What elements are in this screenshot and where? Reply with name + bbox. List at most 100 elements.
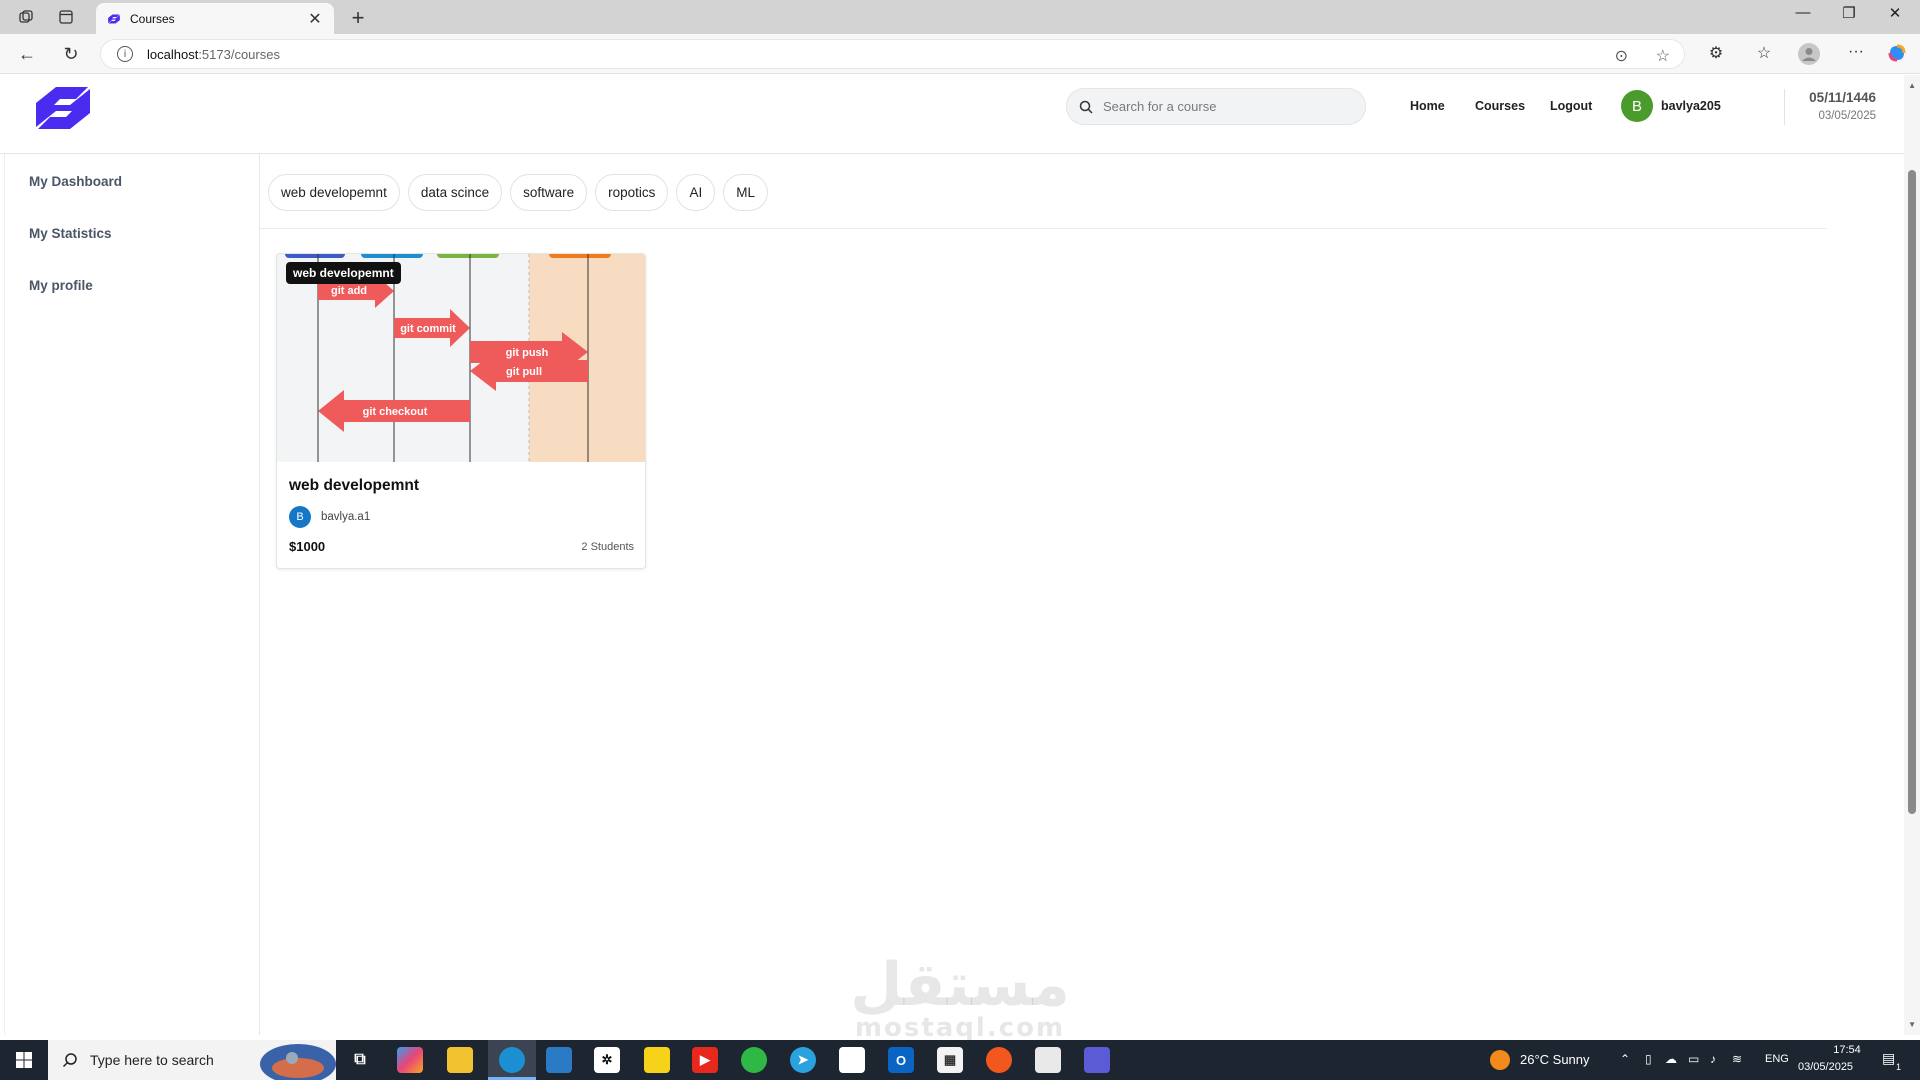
sticky-notes-icon[interactable] bbox=[644, 1047, 670, 1073]
whatsapp-icon[interactable] bbox=[741, 1047, 767, 1073]
taskbar-search-placeholder: Type here to search bbox=[90, 1052, 214, 1068]
back-icon[interactable]: ← bbox=[14, 42, 40, 66]
weather-text[interactable]: 26°C Sunny bbox=[1520, 1052, 1590, 1067]
soundcloud-icon[interactable] bbox=[986, 1047, 1012, 1073]
wifi-icon[interactable]: ≋ bbox=[1732, 1052, 1742, 1066]
header-divider bbox=[1784, 89, 1785, 125]
vscode-icon[interactable] bbox=[546, 1047, 572, 1073]
battery-icon[interactable]: ▭ bbox=[1688, 1052, 1699, 1066]
sidebar: My Dashboard My Statistics My profile bbox=[4, 154, 260, 1035]
scrollbar-thumb[interactable] bbox=[1908, 170, 1916, 814]
label-git-pull: git pull bbox=[506, 366, 542, 378]
url-field[interactable]: i localhost:5173/courses ⊙ ☆ bbox=[100, 39, 1685, 69]
username[interactable]: bavlya205 bbox=[1661, 99, 1721, 113]
app-icon[interactable] bbox=[1084, 1047, 1110, 1073]
python-icon[interactable] bbox=[1035, 1047, 1061, 1073]
notepad-icon[interactable] bbox=[839, 1047, 865, 1073]
chatgpt-icon[interactable]: ✲ bbox=[594, 1047, 620, 1073]
favorite-star-icon[interactable]: ☆ bbox=[1656, 46, 1670, 66]
category-chip-data-science[interactable]: data scince bbox=[407, 174, 503, 211]
browser-tab-bar: Courses ✕ + — ❐ ✕ bbox=[0, 0, 1920, 34]
extensions-icon[interactable]: ⚙ bbox=[1704, 43, 1728, 63]
onedrive-icon[interactable]: ☁ bbox=[1665, 1052, 1677, 1066]
edge-browser-icon[interactable] bbox=[499, 1047, 525, 1073]
microsoft-store-icon[interactable]: ▦ bbox=[937, 1047, 963, 1073]
category-chip-software[interactable]: software bbox=[510, 174, 588, 211]
profile-icon[interactable] bbox=[1797, 43, 1821, 70]
category-tooltip: web developemnt bbox=[286, 262, 401, 284]
tab-title: Courses bbox=[130, 11, 175, 26]
url-path: :5173/courses bbox=[198, 46, 280, 62]
workspaces-icon[interactable] bbox=[14, 6, 38, 28]
sidebar-item-statistics[interactable]: My Statistics bbox=[29, 226, 112, 241]
reload-icon[interactable]: ↻ bbox=[58, 42, 84, 66]
watermark-arabic: مستقل bbox=[850, 950, 1070, 1020]
course-price: $1000 bbox=[289, 539, 326, 554]
favorites-icon[interactable]: ☆ bbox=[1752, 43, 1776, 63]
notification-count: 1 bbox=[1896, 1062, 1902, 1072]
label-git-push: git push bbox=[506, 347, 549, 359]
watermark-latin: mostaql.com bbox=[854, 1013, 1066, 1043]
site-info-icon[interactable]: i bbox=[117, 46, 133, 62]
search-input[interactable] bbox=[1103, 99, 1343, 114]
task-view-icon[interactable]: ⧉ bbox=[347, 1047, 373, 1073]
nav-home[interactable]: Home bbox=[1410, 99, 1445, 113]
volume-icon[interactable]: ♪ bbox=[1710, 1052, 1716, 1066]
sidebar-item-dashboard[interactable]: My Dashboard bbox=[29, 174, 122, 189]
clock-time[interactable]: 17:54 bbox=[1817, 1044, 1877, 1056]
restore-icon[interactable]: ❐ bbox=[1826, 4, 1872, 22]
more-menu-icon[interactable]: ··· bbox=[1844, 43, 1868, 61]
clock-date[interactable]: 03/05/2025 bbox=[1798, 1061, 1853, 1073]
nav-logout[interactable]: Logout bbox=[1550, 99, 1592, 113]
user-avatar[interactable]: B bbox=[1621, 90, 1653, 122]
brand-logo[interactable] bbox=[26, 85, 100, 131]
copilot-icon[interactable] bbox=[1885, 43, 1909, 68]
scroll-up-icon[interactable]: ▲ bbox=[1908, 81, 1916, 90]
nav-courses[interactable]: Courses bbox=[1475, 99, 1525, 113]
course-card[interactable]: git add git commit git push git pull git… bbox=[276, 253, 646, 569]
tray-overflow-icon[interactable]: ⌃ bbox=[1620, 1052, 1630, 1066]
browser-address-bar: ← ↻ i localhost:5173/courses ⊙ ☆ ⚙ ☆ ··· bbox=[0, 34, 1920, 74]
course-title[interactable]: web developemnt bbox=[289, 477, 419, 495]
category-chip-ai[interactable]: AI bbox=[676, 174, 716, 211]
tab-actions-icon[interactable] bbox=[54, 6, 78, 28]
copilot-app-icon[interactable] bbox=[397, 1047, 423, 1073]
filters-divider bbox=[260, 228, 1827, 229]
site-favicon-icon bbox=[108, 13, 120, 24]
outlook-icon[interactable]: O bbox=[888, 1047, 914, 1073]
label-git-commit: git commit bbox=[400, 323, 456, 335]
page: Home Courses Logout B bavlya205 05/11/14… bbox=[0, 75, 1904, 1043]
sidebar-item-profile[interactable]: My profile bbox=[29, 278, 93, 293]
course-thumbnail: git add git commit git push git pull git… bbox=[277, 254, 645, 462]
telegram-icon[interactable]: ➤ bbox=[790, 1047, 816, 1073]
search-highlight-icon bbox=[260, 1044, 336, 1080]
youtube-icon[interactable]: ▶ bbox=[692, 1047, 718, 1073]
file-explorer-icon[interactable] bbox=[447, 1047, 473, 1073]
start-button[interactable] bbox=[0, 1040, 48, 1080]
instructor-avatar: B bbox=[289, 506, 311, 528]
language-indicator[interactable]: ENG bbox=[1765, 1053, 1789, 1065]
new-tab-icon[interactable]: + bbox=[346, 5, 370, 31]
gregorian-date: 03/05/2025 bbox=[1818, 110, 1876, 122]
device-icon[interactable]: ▯ bbox=[1645, 1052, 1652, 1066]
search-icon bbox=[62, 1053, 77, 1068]
student-count: 2 Students bbox=[581, 541, 634, 553]
label-git-checkout: git checkout bbox=[363, 406, 428, 418]
category-chip-ml[interactable]: ML bbox=[723, 174, 768, 211]
browser-tab-courses[interactable]: Courses ✕ bbox=[96, 3, 334, 34]
category-chip-web-development[interactable]: web developemnt bbox=[268, 174, 400, 211]
category-chip-robotics[interactable]: ropotics bbox=[595, 174, 669, 211]
windows-taskbar: Type here to search ⧉ ✲ ▶ ➤ O ▦ 26°C Sun… bbox=[0, 1040, 1920, 1080]
close-window-icon[interactable]: ✕ bbox=[1872, 4, 1918, 22]
minimize-icon[interactable]: — bbox=[1780, 4, 1826, 21]
scroll-down-icon[interactable]: ▼ bbox=[1908, 1020, 1916, 1029]
hijri-date: 05/11/1446 bbox=[1809, 90, 1876, 105]
reader-icon[interactable]: ⊙ bbox=[1615, 46, 1628, 66]
taskbar-search[interactable]: Type here to search bbox=[48, 1040, 336, 1080]
vertical-scrollbar[interactable]: ▲ ▼ bbox=[1904, 75, 1920, 1035]
close-tab-icon[interactable]: ✕ bbox=[306, 9, 324, 29]
course-search[interactable] bbox=[1066, 88, 1366, 125]
watermark: مستقل mostaql.com bbox=[830, 955, 1090, 1043]
notification-icon[interactable]: ▤ bbox=[1882, 1050, 1895, 1067]
weather-icon[interactable] bbox=[1490, 1050, 1510, 1070]
